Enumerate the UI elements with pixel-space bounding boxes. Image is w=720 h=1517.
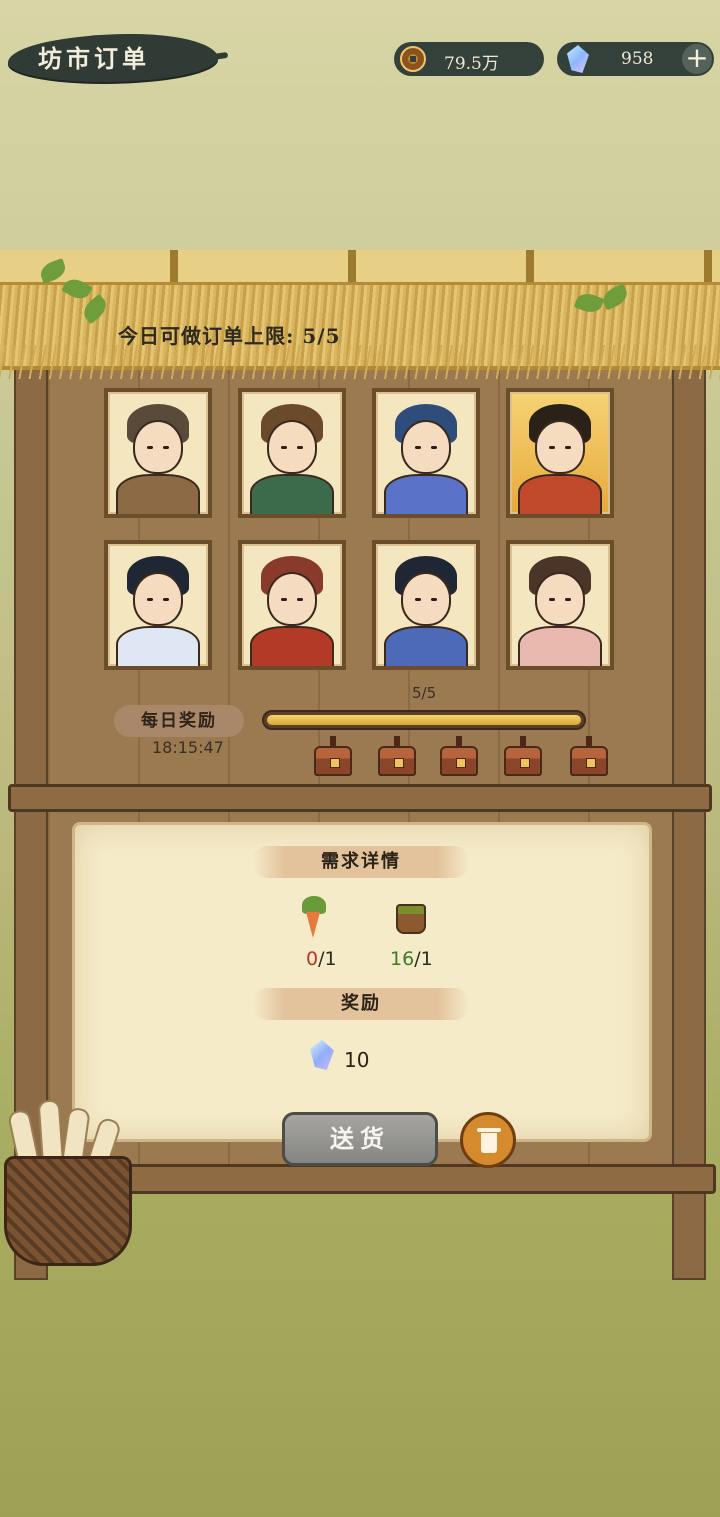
reward-chest-icon[interactable] [440,736,478,776]
order-card-swordsman[interactable] [372,540,480,670]
coin-value: 79.5万 [444,54,499,74]
stall-post-right [672,360,706,1280]
reward-progress-label: 5/5 [412,684,437,702]
reward-amount: 10 [344,1048,370,1072]
daily-order-limit: 今日可做订单上限: 5/5 [118,324,341,348]
gem-balance[interactable]: 958 + [557,42,714,76]
reward-progress-fill [267,715,581,725]
daily-reward-label: 每日奖励 [114,705,244,737]
avatar-robe [116,474,200,514]
avatar [535,420,585,474]
avatar-robe [384,626,468,666]
avatar [133,572,183,626]
coin-balance[interactable]: 79.5万 [394,42,544,76]
avatar [401,572,451,626]
middle-shelf [8,784,712,812]
avatar-robe [518,474,602,514]
gem-value: 958 [621,49,654,69]
carrot-icon [292,896,352,942]
reward-chest-icon[interactable] [570,736,608,776]
order-card-blue-haired-lady[interactable] [372,388,480,518]
order-card-boar-demon[interactable] [238,540,346,670]
order-card-official-with-abacus[interactable] [506,388,614,518]
add-gems-button[interactable]: + [682,44,712,74]
avatar-robe [116,626,200,666]
discard-order-button[interactable] [460,1112,516,1168]
requirements-heading: 需求详情 [252,846,470,878]
page-title: 坊市订单 [38,44,150,73]
requirement-count-carrot: 0/1 [306,948,337,970]
avatar-robe [250,474,334,514]
bottom-shelf [100,1164,716,1194]
reward-progress-bar [262,710,586,730]
gem-icon [567,45,589,73]
bucket-icon [390,900,450,940]
deliver-button[interactable]: 送货 [282,1112,438,1166]
order-card-masked-merchant[interactable] [238,388,346,518]
avatar-robe [250,626,334,666]
reward-heading: 奖励 [252,988,470,1020]
order-card-villager-old-man[interactable] [104,388,212,518]
scroll-basket[interactable] [4,1156,132,1266]
reward-chest-icon[interactable] [378,736,416,776]
order-card-fan-girl[interactable] [506,540,614,670]
avatar [133,420,183,474]
avatar-robe [384,474,468,514]
avatar [401,420,451,474]
order-card-young-disciple[interactable] [104,540,212,670]
avatar-robe [518,626,602,666]
reward-chest-icon[interactable] [314,736,352,776]
coin-icon [400,46,426,72]
trash-icon [477,1128,501,1132]
avatar [267,572,317,626]
avatar [267,420,317,474]
roof-fringe [0,345,720,379]
avatar [535,572,585,626]
requirement-count-bucket: 16/1 [390,948,433,970]
daily-reward-timer: 18:15:47 [152,738,224,757]
reward-chest-icon[interactable] [504,736,542,776]
